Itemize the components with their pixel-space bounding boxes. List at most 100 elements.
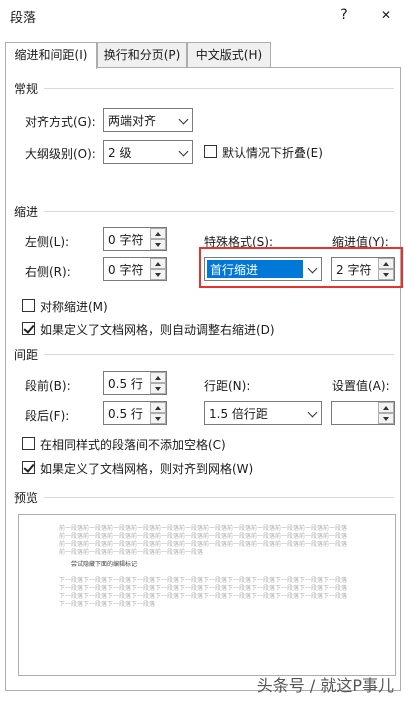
auto-adjust-checkbox[interactable] — [22, 322, 35, 335]
space-after-spinner[interactable]: 0.5 行 — [103, 401, 167, 425]
right-indent-value: 0 字符 — [108, 263, 144, 277]
arrow-down-icon — [155, 417, 161, 421]
window-title: 段落 — [10, 11, 37, 26]
arrow-up-icon — [155, 262, 161, 266]
chevron-down-icon — [307, 263, 318, 274]
tab-label: 缩进和间距(I) — [14, 48, 88, 62]
help-button[interactable]: ? — [333, 4, 355, 26]
preview-divider — [44, 497, 394, 498]
outline-level-value: 2 级 — [108, 146, 132, 160]
arrow-down-icon — [383, 273, 389, 277]
mirror-indent-checkbox[interactable] — [22, 299, 35, 312]
chevron-down-icon — [178, 114, 189, 125]
alignment-value: 两端对齐 — [108, 114, 157, 128]
title-bar: 段落 ? ✕ — [0, 0, 404, 32]
space-before-spinner[interactable]: 0.5 行 — [103, 371, 167, 395]
arrow-up-icon — [155, 376, 161, 380]
spacing-heading: 间距 — [14, 348, 39, 362]
spin-down-button[interactable] — [378, 269, 394, 280]
space-before-label: 段前(B): — [25, 379, 71, 393]
mirror-indent-label: 对称缩进(M) — [40, 300, 108, 314]
dropdown-button[interactable] — [303, 258, 321, 280]
arrow-down-icon — [155, 243, 161, 247]
snap-grid-label: 如果定义了文档网格，则对齐到网格(W) — [40, 462, 254, 476]
special-indent-select[interactable]: 首行缩进 — [204, 257, 322, 281]
general-heading: 常规 — [14, 82, 39, 96]
arrow-down-icon — [155, 273, 161, 277]
right-indent-label: 右侧(R): — [25, 265, 71, 279]
indent-by-spinner[interactable]: 2 字符 — [331, 257, 395, 281]
spin-down-button[interactable] — [378, 413, 394, 424]
spin-down-button[interactable] — [150, 413, 166, 424]
tab-label: 中文版式(H) — [195, 48, 263, 62]
arrow-down-icon — [155, 387, 161, 391]
alignment-label: 对齐方式(G): — [25, 115, 96, 129]
tab-indent-spacing[interactable]: 缩进和间距(I) — [5, 42, 97, 69]
spin-up-button[interactable] — [150, 372, 166, 383]
spinner-arrows — [378, 402, 394, 424]
left-indent-value: 0 字符 — [108, 233, 144, 247]
spinner-arrows — [150, 228, 166, 250]
snap-grid-checkbox[interactable] — [22, 461, 35, 474]
collapse-label: 默认情况下折叠(E) — [222, 146, 323, 160]
line-spacing-label: 行距(N): — [204, 379, 251, 393]
preview-heading: 预览 — [14, 491, 39, 505]
spin-up-button[interactable] — [150, 258, 166, 269]
space-before-value: 0.5 行 — [108, 377, 143, 391]
line-spacing-select[interactable]: 1.5 倍行距 — [204, 401, 322, 425]
chevron-down-icon — [178, 146, 189, 157]
tab-asian-typography[interactable]: 中文版式(H) — [187, 42, 271, 68]
close-icon: ✕ — [380, 8, 392, 22]
auto-adjust-label: 如果定义了文档网格，则自动调整右缩进(D) — [40, 323, 275, 337]
chevron-down-icon — [307, 407, 318, 418]
arrow-up-icon — [383, 262, 389, 266]
spin-down-button[interactable] — [150, 269, 166, 280]
at-spinner[interactable] — [331, 401, 395, 425]
preview-prev-line: 前一段落前一段落前一段落前一段落前一段落前一段落 — [59, 549, 204, 556]
alignment-select[interactable]: 两端对齐 — [103, 108, 193, 132]
spin-up-button[interactable] — [378, 402, 394, 413]
right-indent-spinner[interactable]: 0 字符 — [103, 257, 167, 281]
indent-divider — [44, 211, 394, 212]
tab-line-page-breaks[interactable]: 换行和分页(P) — [97, 42, 187, 68]
watermark-text: 头条号 / 就这P事儿 — [256, 676, 394, 695]
dropdown-button[interactable] — [303, 402, 321, 424]
arrow-up-icon — [383, 406, 389, 410]
outline-level-label: 大纲级别(O): — [25, 147, 96, 161]
tab-strip: 缩进和间距(I) 换行和分页(P) 中文版式(H) — [0, 42, 404, 69]
preview-next-line: 下一段落下一段落下一段落下一段落 — [59, 601, 156, 608]
spin-up-button[interactable] — [378, 258, 394, 269]
indent-heading: 缩进 — [14, 205, 39, 219]
spinner-arrows — [378, 258, 394, 280]
no-space-checkbox[interactable] — [22, 437, 35, 450]
close-button[interactable]: ✕ — [374, 4, 398, 26]
dropdown-button[interactable] — [174, 109, 192, 131]
arrow-up-icon — [155, 406, 161, 410]
at-label: 设置值(A): — [332, 379, 390, 393]
spin-down-button[interactable] — [150, 383, 166, 394]
space-after-label: 段后(F): — [25, 409, 70, 423]
spin-down-button[interactable] — [150, 239, 166, 250]
space-after-value: 0.5 行 — [108, 407, 143, 421]
preview-pane: 前一段落前一段落前一段落前一段落前一段落前一段落前一段落前一段落前一段落前一段落… — [18, 514, 396, 676]
spinner-arrows — [150, 402, 166, 424]
left-indent-label: 左侧(L): — [25, 235, 70, 249]
arrow-up-icon — [155, 232, 161, 236]
preview-sample-text: 尝试隐藏下面的编辑标记 — [71, 561, 138, 568]
spinner-arrows — [150, 258, 166, 280]
general-divider — [44, 88, 394, 89]
dropdown-button[interactable] — [174, 141, 192, 163]
no-space-label: 在相同样式的段落间不添加空格(C) — [40, 438, 226, 452]
tab-label: 换行和分页(P) — [103, 48, 181, 62]
spin-up-button[interactable] — [150, 228, 166, 239]
left-indent-spinner[interactable]: 0 字符 — [103, 227, 167, 251]
spin-up-button[interactable] — [150, 402, 166, 413]
spinner-arrows — [150, 372, 166, 394]
outline-level-select[interactable]: 2 级 — [103, 140, 193, 164]
line-spacing-value: 1.5 倍行距 — [209, 407, 268, 421]
indent-by-value: 2 字符 — [336, 263, 372, 277]
arrow-down-icon — [383, 417, 389, 421]
special-indent-value: 首行缩进 — [207, 260, 303, 278]
spacing-divider — [44, 354, 394, 355]
collapse-checkbox[interactable] — [204, 145, 217, 158]
